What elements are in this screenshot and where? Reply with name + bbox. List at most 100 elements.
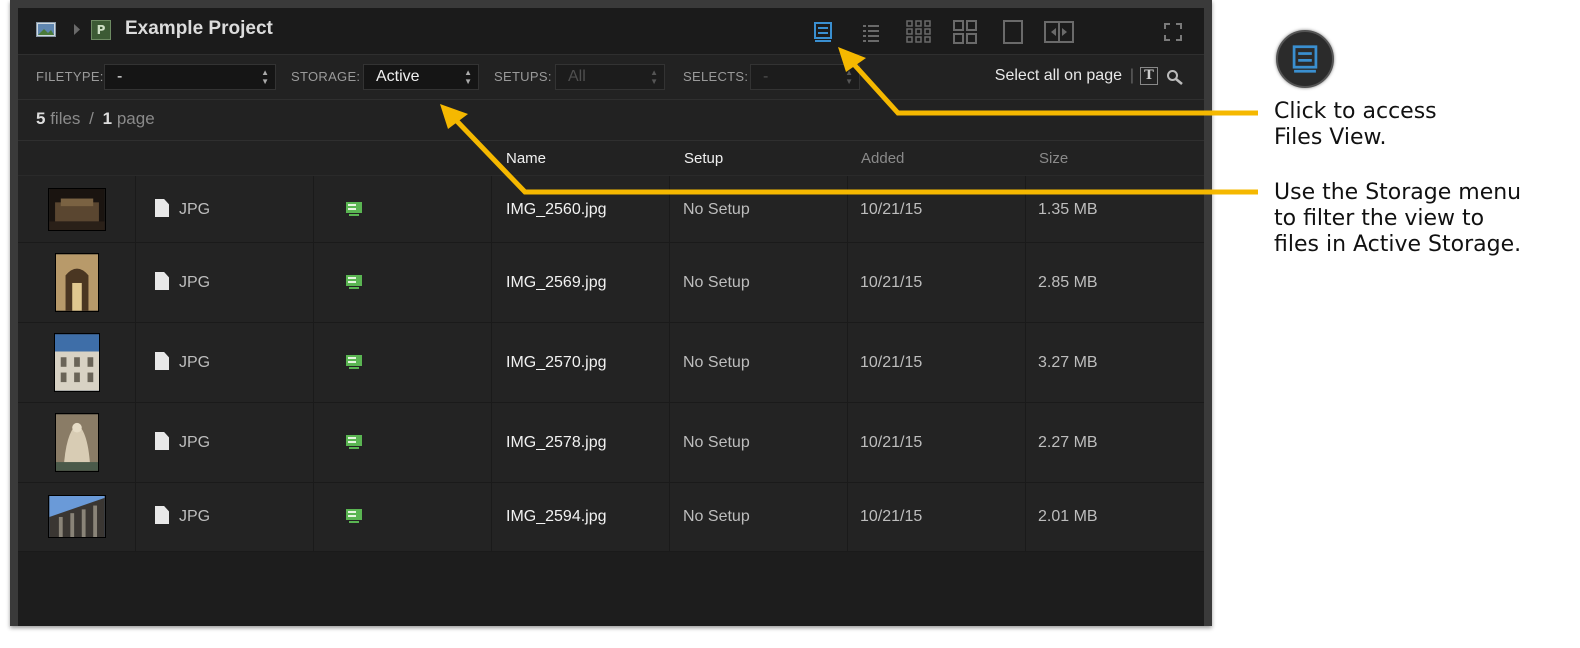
table-row[interactable]: JPG IMG_2560.jpg No Setup 10/21/15 1.35 … (18, 176, 1204, 243)
thumbnail-image[interactable] (55, 413, 99, 472)
file-name[interactable]: IMG_2569.jpg (506, 274, 607, 292)
active-storage-icon (346, 202, 362, 216)
large-grid-icon (953, 20, 977, 44)
files-count-number: 5 (36, 109, 46, 128)
files-view-icon (814, 22, 832, 42)
active-storage-icon (346, 435, 362, 449)
storage-cell (314, 483, 492, 551)
thumbnail-image[interactable] (54, 333, 100, 392)
table-row[interactable]: JPG IMG_2569.jpg No Setup 10/21/15 2.85 … (18, 243, 1204, 323)
files-view-note: Click to access Files View. (1274, 99, 1437, 150)
select-arrows-icon: ▲ ▼ (650, 68, 658, 86)
setups-label: SETUPS: (494, 69, 552, 84)
column-added[interactable]: Added (861, 150, 904, 167)
compare-view-icon (1044, 21, 1074, 43)
file-added: 10/21/15 (860, 201, 923, 218)
active-storage-icon (346, 355, 362, 369)
setups-select[interactable]: All ▲ ▼ (555, 64, 665, 90)
file-added: 10/21/15 (860, 434, 923, 451)
text-search-icon[interactable]: T (1140, 67, 1158, 85)
project-title: Example Project (125, 18, 273, 39)
column-size[interactable]: Size (1039, 150, 1068, 167)
thumbnail-image[interactable] (48, 495, 106, 538)
page-word: page (116, 109, 155, 128)
page-count-number: 1 (102, 109, 113, 128)
thumbnail-image[interactable] (55, 253, 99, 312)
selects-label: SELECTS: (683, 69, 749, 84)
files-panel: P Example Project FILETYPE: - ▲ ▼ STORAG… (18, 8, 1204, 626)
storage-cell (314, 323, 492, 402)
file-setup: No Setup (683, 508, 750, 525)
file-count: 5 files / 1 page (36, 109, 155, 129)
file-size: 2.01 MB (1038, 508, 1098, 525)
thumbnail-image[interactable] (48, 188, 106, 231)
project-icon: P (91, 20, 111, 40)
file-name[interactable]: IMG_2594.jpg (506, 508, 607, 526)
column-name[interactable]: Name (506, 150, 546, 167)
project-header: P Example Project (18, 8, 1204, 55)
files-view-icon (1292, 45, 1318, 73)
file-setup: No Setup (683, 274, 750, 291)
list-view-icon (863, 25, 879, 42)
count-slash: / (89, 109, 94, 128)
file-name[interactable]: IMG_2560.jpg (506, 201, 607, 219)
search-icon[interactable] (1166, 69, 1184, 85)
select-all-link[interactable]: Select all on page (995, 67, 1122, 85)
file-type-label: JPG (179, 201, 211, 218)
table-header: Name Setup Added Size (18, 141, 1204, 176)
file-setup: No Setup (683, 434, 750, 451)
file-type: JPG (155, 432, 210, 452)
selects-select[interactable]: - ▲ ▼ (750, 64, 860, 90)
single-view-button[interactable] (998, 18, 1028, 46)
file-size: 2.27 MB (1038, 434, 1098, 451)
table-row[interactable]: JPG IMG_2594.jpg No Setup 10/21/15 2.01 … (18, 483, 1204, 552)
active-storage-icon (346, 509, 362, 523)
filetype-select[interactable]: - ▲ ▼ (104, 64, 276, 90)
file-count-bar: 5 files / 1 page (18, 100, 1204, 141)
storage-value: Active (376, 68, 420, 85)
storage-select[interactable]: Active ▲ ▼ (363, 64, 479, 90)
column-setup[interactable]: Setup (684, 150, 723, 167)
separator: | (1129, 67, 1134, 84)
document-icon (155, 506, 169, 524)
document-icon (155, 199, 169, 217)
file-size: 2.85 MB (1038, 274, 1098, 291)
list-view-button[interactable] (856, 18, 886, 46)
document-icon (155, 432, 169, 450)
document-icon (155, 272, 169, 290)
table-row[interactable]: JPG IMG_2578.jpg No Setup 10/21/15 2.27 … (18, 403, 1204, 483)
files-view-button[interactable] (808, 18, 838, 46)
fullscreen-icon (1164, 23, 1182, 41)
document-icon (155, 352, 169, 370)
select-arrows-icon: ▲ ▼ (261, 68, 269, 86)
filetype-value: - (117, 68, 123, 85)
image-library-icon[interactable] (36, 22, 56, 37)
storage-cell (314, 403, 492, 482)
compare-view-button[interactable] (1044, 18, 1074, 46)
file-added: 10/21/15 (860, 274, 923, 291)
fullscreen-button[interactable] (1158, 18, 1188, 46)
breadcrumb-chevron-icon (74, 24, 80, 35)
file-type: JPG (155, 199, 210, 219)
storage-menu-note: Use the Storage menu to filter the view … (1274, 180, 1522, 257)
single-view-icon (1003, 20, 1023, 44)
large-grid-button[interactable] (950, 18, 980, 46)
file-name[interactable]: IMG_2578.jpg (506, 434, 607, 452)
filter-bar: FILETYPE: - ▲ ▼ STORAGE: Active ▲ ▼ SETUPS… (18, 55, 1204, 100)
select-arrows-icon: ▲ ▼ (845, 68, 853, 86)
file-added: 10/21/15 (860, 508, 923, 525)
active-storage-icon (346, 275, 362, 289)
setups-value: All (568, 68, 586, 85)
file-type-label: JPG (179, 274, 211, 291)
file-type-label: JPG (179, 434, 211, 451)
small-grid-button[interactable] (904, 18, 934, 46)
file-table: JPG IMG_2560.jpg No Setup 10/21/15 1.35 … (18, 176, 1204, 552)
selects-value: - (763, 68, 769, 85)
files-view-callout-icon (1276, 30, 1334, 88)
small-grid-icon (906, 20, 931, 43)
files-word: files (50, 109, 81, 128)
table-row[interactable]: JPG IMG_2570.jpg No Setup 10/21/15 3.27 … (18, 323, 1204, 403)
file-name[interactable]: IMG_2570.jpg (506, 354, 607, 372)
file-size: 3.27 MB (1038, 354, 1098, 371)
app-window: P Example Project FILETYPE: - ▲ ▼ STORAG… (10, 0, 1212, 626)
